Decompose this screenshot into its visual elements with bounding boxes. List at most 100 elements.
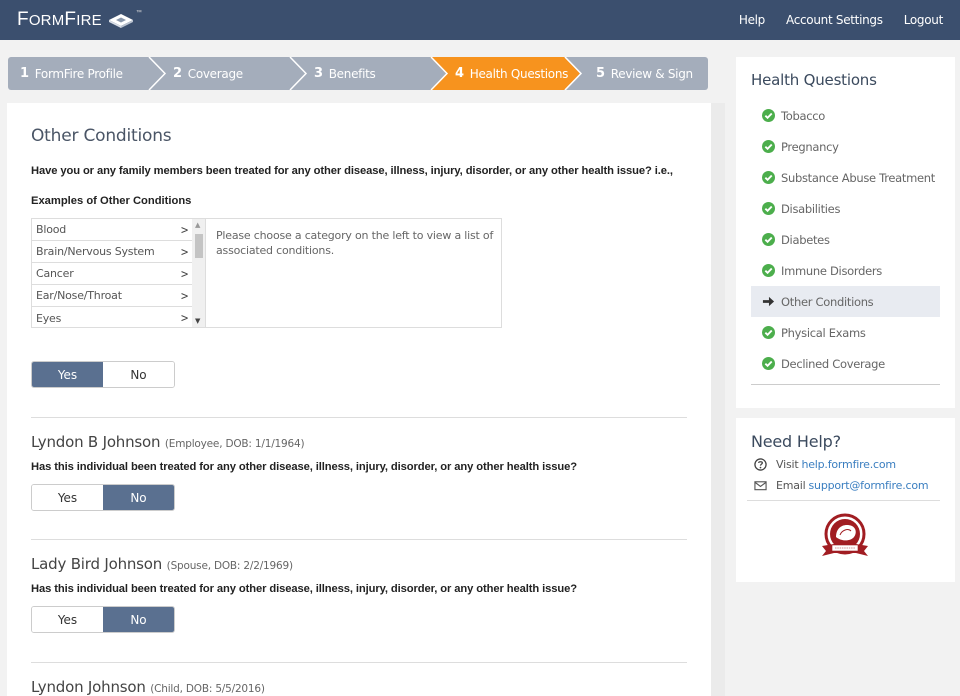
health-questions-sidebar: Health Questions Tobacco Pregnancy Subst… [736,57,955,408]
wizard-steps: 1 FormFire Profile 2 Coverage 3 Benefits… [8,57,708,90]
category-scrollbar[interactable]: ▲ ▼ [192,219,206,327]
category-item-blood[interactable]: Blood > [32,219,192,241]
individual-question: Has this individual been treated for any… [31,461,577,473]
category-hint: Please choose a category on the left to … [216,229,494,257]
individual-no-button[interactable]: No [103,607,174,632]
category-list: Blood > Brain/Nervous System > Cancer > … [32,219,192,327]
help-visit-line: Visit help.formfire.com [754,458,896,471]
sidebar-item-immune-disorders[interactable]: Immune Disorders [751,255,940,286]
sidebar-item-disabilities[interactable]: Disabilities [751,193,940,224]
step-label: Health Questions [469,66,569,81]
check-circle-icon [762,202,775,215]
step-label: FormFire Profile [34,66,123,81]
sidebar-title: Health Questions [751,71,877,89]
category-item-brain-nervous-system[interactable]: Brain/Nervous System > [32,241,192,263]
step-number: 4 [455,66,464,81]
logout-link[interactable]: Logout [904,13,944,27]
individual-name: Lyndon B Johnson (Employee, DOB: 1/1/196… [31,433,305,451]
category-item-cancer[interactable]: Cancer > [32,263,192,285]
check-circle-icon [762,264,775,277]
sidebar-item-label: Substance Abuse Treatment [781,170,935,185]
individual-meta: (Spouse, DOB: 2/2/1969) [166,560,293,572]
check-circle-icon [762,233,775,246]
individual-no-button[interactable]: No [103,485,174,510]
brand-logo[interactable]: F ORM F IRE ™ [17,9,142,31]
step-separator [289,57,308,90]
sidebar-item-tobacco[interactable]: Tobacco [751,100,940,131]
individual-name-text: Lady Bird Johnson [31,555,163,573]
sidebar-item-pregnancy[interactable]: Pregnancy [751,131,940,162]
sidebar-item-label: Pregnancy [781,139,839,154]
step-separator [430,57,449,90]
need-help-panel: Need Help? Visit help.formfire.com Email… [736,418,955,582]
wizard-step-coverage[interactable]: 2 Coverage [173,57,243,90]
individual-answer-toggle: Yes No [31,606,175,633]
help-link[interactable]: Help [739,13,765,27]
support-email-link[interactable]: support@formfire.com [809,479,929,492]
step-number: 3 [314,66,323,81]
individual-name: Lady Bird Johnson (Spouse, DOB: 2/2/1969… [31,555,293,573]
individual-answer-toggle: Yes No [31,484,175,511]
category-label: Eyes [36,311,62,325]
help-visit-label: Visit [776,458,799,471]
main-no-button[interactable]: No [103,362,174,387]
step-label: Coverage [187,66,243,81]
sidebar-item-declined-coverage[interactable]: Declined Coverage [751,348,940,379]
category-label: Brain/Nervous System [36,245,155,258]
seal-badge-icon [822,513,868,556]
category-label: Blood [36,223,67,236]
main-yes-button[interactable]: Yes [32,362,103,387]
chevron-right-icon: > [180,288,188,303]
individual-name-text: Lyndon Johnson [31,678,146,696]
category-label: Ear/Nose/Throat [36,289,122,302]
question-circle-icon [754,458,767,471]
individual-meta: (Employee, DOB: 1/1/1964) [164,438,305,450]
chevron-right-icon: > [180,266,188,281]
step-label: Benefits [328,66,376,81]
step-number: 5 [596,66,605,81]
step-number: 1 [20,66,29,81]
scroll-thumb[interactable] [195,234,203,258]
help-site-link[interactable]: help.formfire.com [801,458,896,471]
step-number: 2 [173,66,182,81]
sidebar-list: Tobacco Pregnancy Substance Abuse Treatm… [751,100,940,379]
check-circle-icon [762,357,775,370]
category-label: Cancer [36,267,74,280]
scroll-up-arrow-icon[interactable]: ▲ [195,221,200,229]
sidebar-item-label: Declined Coverage [781,356,885,371]
sidebar-item-label: Physical Exams [781,325,866,340]
step-separator [148,57,167,90]
main-question: Have you or any family members been trea… [31,165,673,177]
page-title: Other Conditions [31,126,172,146]
individual-yes-button[interactable]: Yes [32,607,103,632]
category-item-eyes[interactable]: Eyes > [32,307,192,329]
check-circle-icon [762,109,775,122]
sidebar-item-other-conditions[interactable]: Other Conditions [751,286,940,317]
sidebar-item-label: Disabilities [781,201,841,216]
check-circle-icon [762,140,775,153]
category-item-ear-nose-throat[interactable]: Ear/Nose/Throat > [32,285,192,307]
wizard-step-profile[interactable]: 1 FormFire Profile [20,57,123,90]
sidebar-item-label: Other Conditions [781,294,874,309]
sidebar-item-physical-exams[interactable]: Physical Exams [751,317,940,348]
top-bar: F ORM F IRE ™ Help Account Settings Logout [0,0,960,40]
wizard-step-review-sign[interactable]: 5 Review & Sign [596,57,693,90]
check-circle-icon [762,171,775,184]
help-email-label: Email [776,479,806,492]
brand-text: F [64,9,77,30]
sidebar-item-substance-abuse-treatment[interactable]: Substance Abuse Treatment [751,162,940,193]
wizard-step-benefits[interactable]: 3 Benefits [314,57,376,90]
top-nav: Help Account Settings Logout [739,13,943,27]
sidebar-item-diabetes[interactable]: Diabetes [751,224,940,255]
section-divider [31,417,687,418]
chevron-right-icon: > [180,244,188,259]
individual-name: Lyndon Johnson (Child, DOB: 5/5/2016) [31,678,265,696]
wizard-step-health-questions[interactable]: 4 Health Questions [455,57,568,90]
section-divider [31,662,687,663]
formfire-box-icon [108,14,133,28]
sidebar-item-label: Tobacco [781,108,826,123]
brand-text: ORM [28,11,65,29]
account-settings-link[interactable]: Account Settings [786,13,883,27]
scroll-down-arrow-icon[interactable]: ▼ [195,317,200,325]
individual-yes-button[interactable]: Yes [32,485,103,510]
